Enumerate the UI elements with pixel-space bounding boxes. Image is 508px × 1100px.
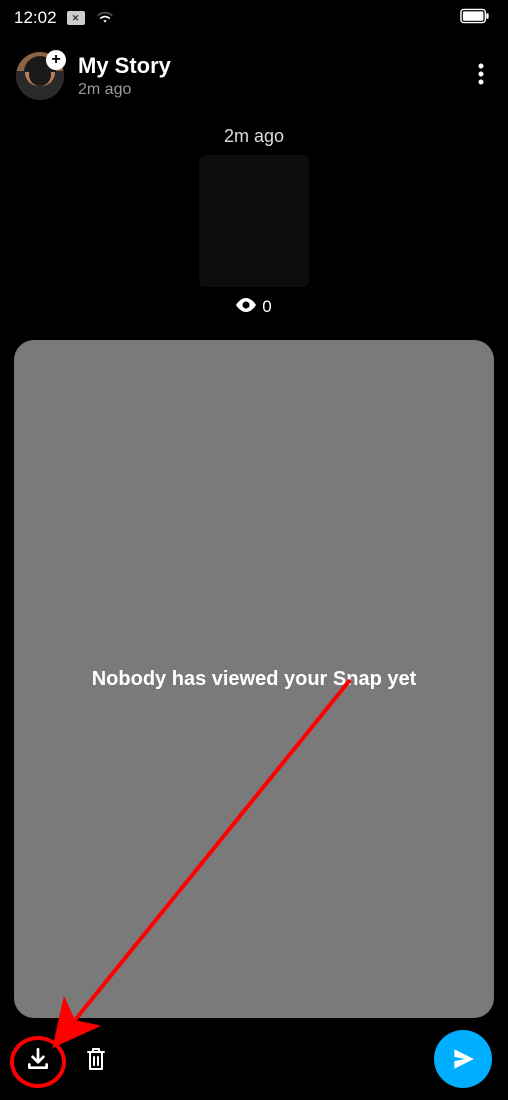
- status-right: [460, 8, 490, 29]
- header-text: My Story 2m ago: [78, 53, 470, 99]
- status-time: 12:02: [14, 8, 57, 28]
- add-to-story-icon[interactable]: +: [46, 50, 66, 70]
- story-header: + My Story 2m ago: [0, 36, 508, 108]
- no-sim-icon: ✕: [67, 11, 85, 25]
- snap-preview-timestamp: 2m ago: [224, 126, 284, 147]
- battery-icon: [460, 8, 490, 29]
- viewers-panel[interactable]: Nobody has viewed your Snap yet: [14, 340, 494, 1018]
- status-bar: 12:02 ✕: [0, 0, 508, 36]
- bottom-action-bar: [0, 1018, 508, 1100]
- snap-preview-area: 2m ago 0: [0, 108, 508, 317]
- wifi-icon: [95, 8, 115, 29]
- snap-thumbnail[interactable]: [199, 155, 309, 287]
- download-button[interactable]: [16, 1037, 60, 1081]
- eye-icon: [236, 297, 256, 317]
- delete-button[interactable]: [74, 1037, 118, 1081]
- view-count-value: 0: [262, 297, 271, 317]
- send-button[interactable]: [434, 1030, 492, 1088]
- view-count: 0: [236, 297, 271, 317]
- status-left: 12:02 ✕: [14, 8, 115, 29]
- more-options-button[interactable]: [470, 55, 492, 98]
- avatar[interactable]: +: [16, 52, 64, 100]
- story-timestamp: 2m ago: [78, 81, 470, 99]
- story-title: My Story: [78, 53, 470, 79]
- no-viewers-message: Nobody has viewed your Snap yet: [92, 668, 417, 691]
